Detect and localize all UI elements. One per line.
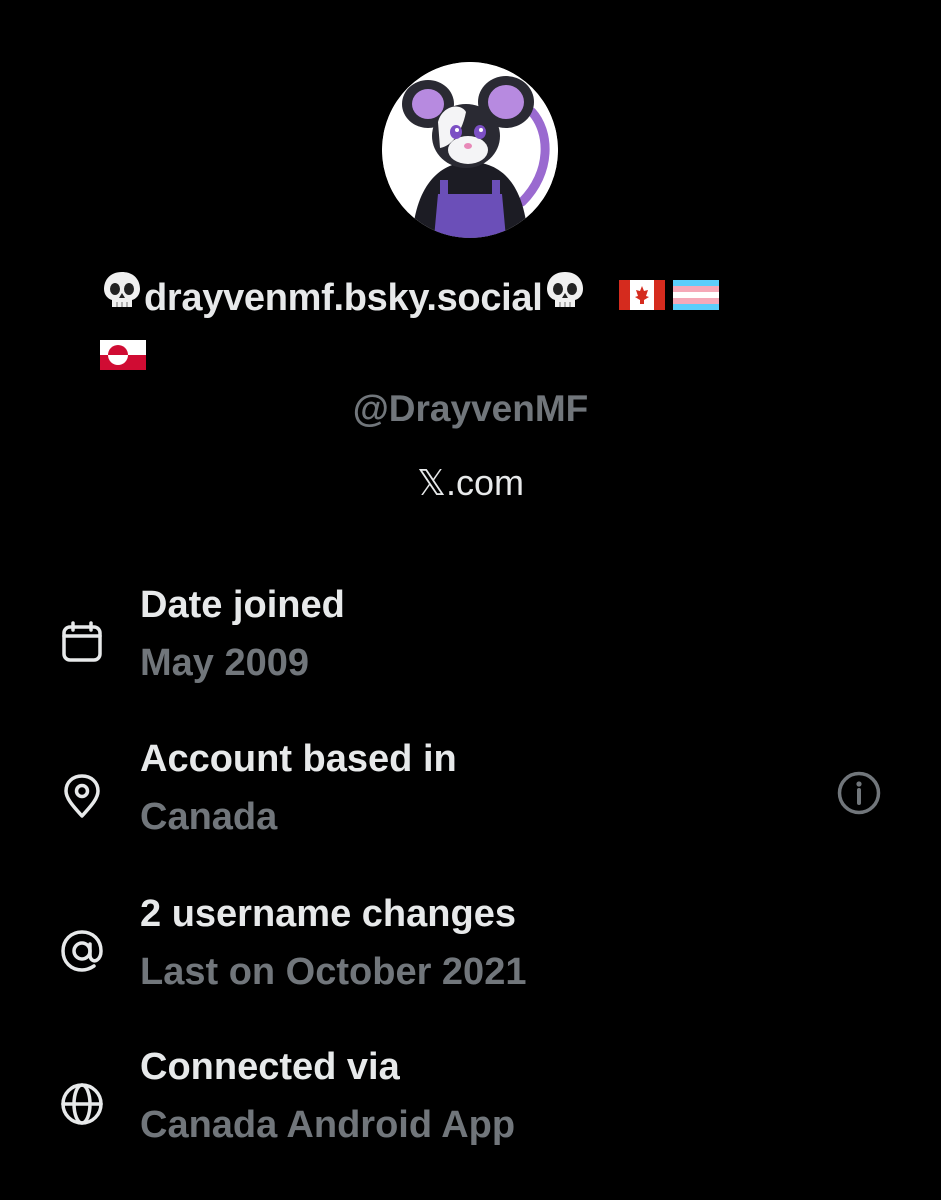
info-label: Connected via <box>140 1046 400 1088</box>
skull-emoji-icon <box>543 268 587 328</box>
info-label: 2 username changes <box>140 893 516 935</box>
info-label: Account based in <box>140 738 457 780</box>
platform-site: 𝕏.com <box>416 462 524 503</box>
info-row-username-changes: 2 username changes Last on October 2021 <box>0 893 941 1013</box>
profile-avatar[interactable] <box>382 62 558 238</box>
display-name-text: drayvenmf.bsky.social <box>144 277 543 319</box>
transgender-flag-icon <box>672 270 719 326</box>
at-sign-icon <box>58 927 106 975</box>
profile-handle: @DrayvenMF <box>352 388 589 429</box>
calendar-icon <box>58 618 106 666</box>
greenland-flag-icon <box>100 330 146 386</box>
skull-emoji-icon <box>100 268 144 328</box>
globe-icon <box>58 1080 106 1128</box>
info-value: Canada Android App <box>140 1104 516 1146</box>
display-name: drayvenmf.bsky.social <box>100 268 860 386</box>
location-pin-icon <box>58 772 106 820</box>
info-label: Date joined <box>140 584 345 626</box>
info-row-account-based-in: Account based in Canada <box>0 738 941 858</box>
info-value: May 2009 <box>140 642 310 684</box>
info-value: Last on October 2021 <box>140 951 527 993</box>
info-row-date-joined: Date joined May 2009 <box>0 584 941 704</box>
info-circle-icon[interactable] <box>836 770 882 816</box>
info-value: Canada <box>140 796 278 838</box>
info-row-connected-via: Connected via Canada Android App <box>0 1046 941 1166</box>
canada-flag-icon <box>618 270 665 326</box>
